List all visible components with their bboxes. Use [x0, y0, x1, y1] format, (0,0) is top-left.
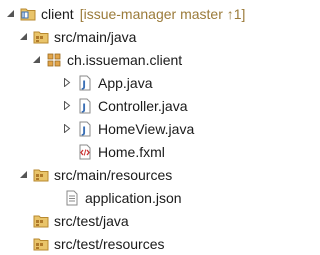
file-label: Home.fxml	[98, 143, 165, 160]
java-file-icon: J	[77, 121, 93, 137]
fxml-file-icon	[77, 144, 93, 160]
package-icon	[46, 52, 62, 68]
source-folder-icon	[33, 29, 49, 45]
source-folder-icon	[33, 213, 49, 229]
source-folder-label: src/main/resources	[54, 166, 173, 183]
tree-item-src-test-java[interactable]: src/test/java	[0, 209, 268, 232]
tree-item-file[interactable]: J Controller.java	[0, 94, 268, 117]
svg-text:J: J	[22, 12, 25, 19]
git-decoration: [issue-manager master ↑1]	[79, 5, 246, 22]
java-file-icon: J	[77, 98, 93, 114]
svg-text:J: J	[81, 125, 86, 136]
source-folder-label: src/main/java	[54, 28, 137, 45]
source-folder-label: src/test/java	[54, 212, 129, 229]
text-file-icon	[64, 190, 80, 206]
svg-text:J: J	[81, 79, 86, 90]
tree-item-file[interactable]: J HomeView.java	[0, 117, 268, 140]
tree-item-src-main-java[interactable]: src/main/java	[0, 25, 268, 48]
source-folder-label: src/test/resources	[54, 235, 165, 252]
tree-item-package[interactable]: ch.issueman.client	[0, 48, 268, 71]
tree-item-file[interactable]: J App.java	[0, 71, 268, 94]
tree-item-project-client[interactable]: J client [issue-manager master ↑1]	[0, 2, 268, 25]
chevron-right-icon[interactable]	[62, 101, 72, 111]
java-file-icon: J	[77, 75, 93, 91]
source-folder-icon	[33, 167, 49, 183]
tree-item-file[interactable]: application.json	[0, 186, 268, 209]
tree-item-file[interactable]: Home.fxml	[0, 140, 268, 163]
tree-item-src-test-resources[interactable]: src/test/resources	[0, 232, 268, 255]
chevron-right-icon[interactable]	[62, 78, 72, 88]
chevron-down-icon[interactable]	[18, 32, 28, 42]
chevron-down-icon[interactable]	[18, 170, 28, 180]
file-label: HomeView.java	[98, 120, 195, 137]
file-label: Controller.java	[98, 97, 188, 114]
chevron-down-icon[interactable]	[5, 9, 15, 19]
chevron-right-icon[interactable]	[62, 124, 72, 134]
project-name: client	[41, 5, 74, 22]
java-project-icon: J	[20, 6, 36, 22]
chevron-down-icon[interactable]	[31, 55, 41, 65]
package-explorer-tree: J client [issue-manager master ↑1] src/m…	[0, 0, 268, 254]
file-label: application.json	[85, 189, 182, 206]
tree-item-src-main-resources[interactable]: src/main/resources	[0, 163, 268, 186]
svg-text:J: J	[81, 102, 86, 113]
package-label: ch.issueman.client	[67, 51, 183, 68]
file-label: App.java	[98, 74, 153, 91]
source-folder-icon	[33, 236, 49, 252]
